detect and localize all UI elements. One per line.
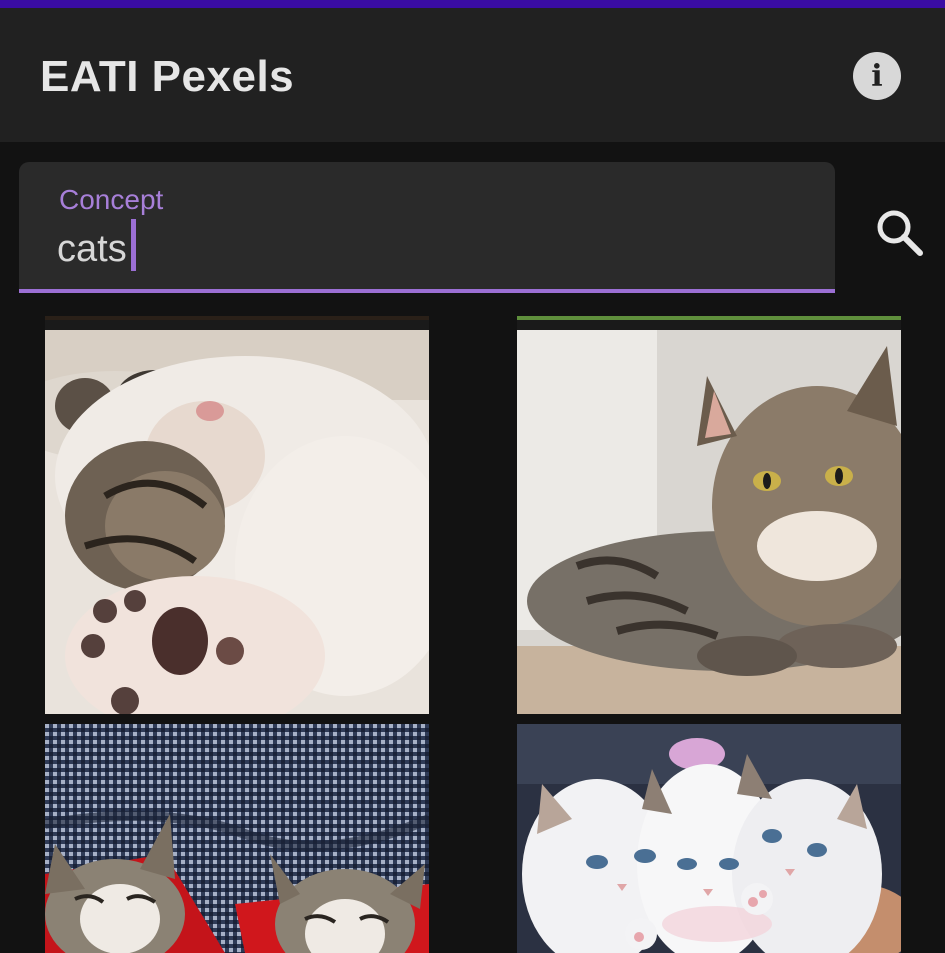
image-tile[interactable]	[45, 724, 429, 953]
cat-photo	[517, 724, 901, 953]
concept-field[interactable]: Concept	[19, 162, 835, 293]
app-bar: EATI Pexels i	[0, 8, 945, 142]
status-bar	[0, 0, 945, 8]
image-tile[interactable]	[517, 724, 901, 953]
concept-label: Concept	[59, 184, 164, 215]
text-cursor	[131, 219, 136, 271]
info-button[interactable]: i	[853, 52, 901, 100]
search-icon	[877, 210, 923, 256]
concept-input[interactable]	[57, 222, 777, 276]
cat-photo	[45, 316, 429, 714]
search-button[interactable]	[870, 203, 928, 261]
cat-photo	[517, 316, 901, 714]
app-title: EATI Pexels	[40, 52, 295, 101]
image-tile[interactable]	[45, 316, 429, 714]
cat-photo	[45, 724, 429, 953]
info-icon: i	[871, 58, 883, 94]
image-tile[interactable]	[517, 316, 901, 714]
